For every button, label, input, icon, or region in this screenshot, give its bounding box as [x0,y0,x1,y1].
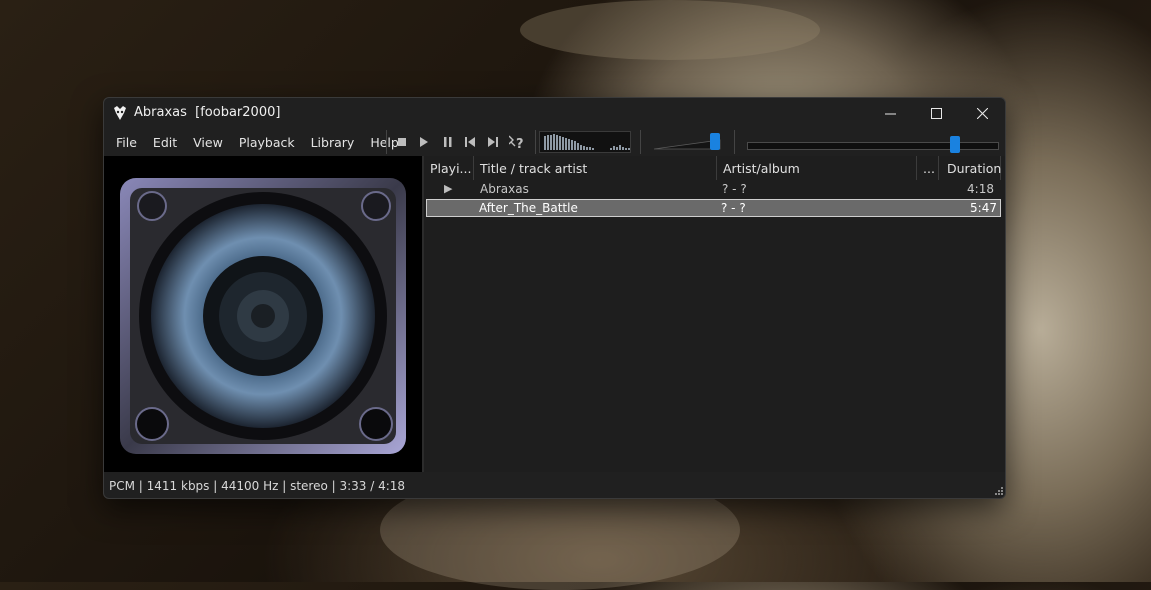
toolbar-separator [640,130,641,154]
track-artist-album: ? - ? [722,182,747,196]
window-title: Abraxas [foobar2000] [134,105,281,120]
resize-grip-icon[interactable] [995,487,1003,495]
random-button[interactable]: ? [509,134,525,150]
playlist-row[interactable]: ▶ Abraxas ? - ? 4:18 [424,180,998,198]
spectrum-visualizer[interactable] [539,131,631,153]
play-icon [420,137,428,147]
menu-edit[interactable]: Edit [145,135,185,150]
minimize-button[interactable] [867,98,913,128]
seek-bar-track[interactable] [747,142,999,150]
track-title: After_The_Battle [479,201,578,215]
volume-slider-thumb[interactable] [709,133,720,150]
menu-view[interactable]: View [185,135,231,150]
stop-icon [398,138,406,146]
menu-file[interactable]: File [108,135,145,150]
column-header-playing[interactable]: Playi... [424,156,474,180]
previous-icon [465,137,475,147]
next-icon [488,137,498,147]
next-button[interactable] [485,134,501,150]
maximize-button[interactable] [913,98,959,128]
track-duration: 5:47 [970,201,997,215]
album-art-image [120,178,406,454]
title-bar[interactable]: Abraxas [foobar2000] [104,98,1005,128]
svg-text:?: ? [516,137,524,150]
now-playing-icon: ▶ [444,182,453,195]
menu-bar: File Edit View Playback Library Help [108,128,407,156]
play-button[interactable] [416,134,432,150]
column-header-more[interactable]: ... [917,156,939,180]
toolbar-separator [386,130,387,154]
pause-button[interactable] [440,134,456,150]
maximize-icon [930,107,942,119]
previous-button[interactable] [462,134,478,150]
close-icon [976,107,988,119]
close-button[interactable] [959,98,1005,128]
playlist-view[interactable]: Playi... Title / track artist Artist/alb… [424,156,1005,472]
seek-bar-thumb[interactable] [949,136,960,153]
pause-icon [444,137,452,147]
column-header-title[interactable]: Title / track artist [474,156,717,180]
status-text: PCM | 1411 kbps | 44100 Hz | stereo | 3:… [109,479,406,493]
toolbar-separator [535,130,536,154]
stop-button[interactable] [394,134,410,150]
track-artist-album: ? - ? [721,201,746,215]
random-icon: ? [509,135,524,150]
menu-playback[interactable]: Playback [231,135,303,150]
status-bar: PCM | 1411 kbps | 44100 Hz | stereo | 3:… [104,475,1005,497]
playlist-row-selected[interactable]: After_The_Battle ? - ? 5:47 [426,199,1001,217]
foobar-window: Abraxas [foobar2000] File Edit View Play… [103,97,1006,499]
column-header-artist-album[interactable]: Artist/album [717,156,917,180]
column-header-duration[interactable]: Duration [939,156,1001,180]
wallpaper-highlight [520,0,820,60]
toolbar: File Edit View Playback Library Help ? [104,128,1005,156]
track-title: Abraxas [480,182,529,196]
menu-library[interactable]: Library [303,135,363,150]
toolbar-separator [734,130,735,154]
track-duration: 4:18 [967,182,994,196]
foobar-app-icon [114,106,126,120]
album-art [104,156,422,472]
minimize-icon [884,113,896,114]
